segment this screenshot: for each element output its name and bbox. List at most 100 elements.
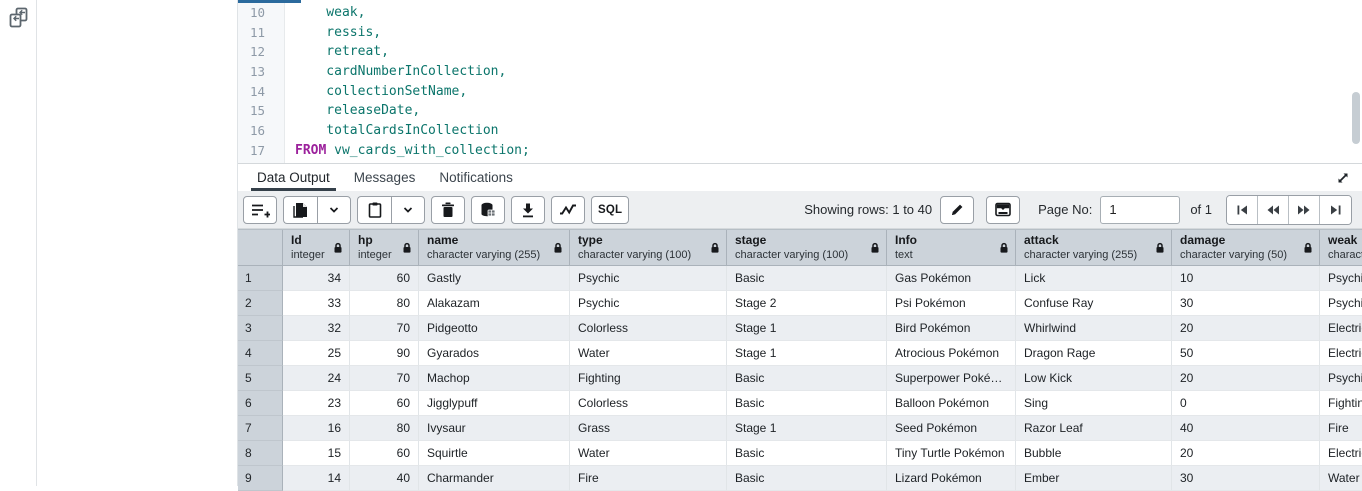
code-line[interactable]: 11 ressis, bbox=[238, 23, 1362, 43]
cell-hp[interactable]: 70 bbox=[350, 366, 419, 391]
cell-info[interactable]: Gas Pokémon bbox=[887, 266, 1016, 291]
cell-stage[interactable]: Basic bbox=[727, 391, 887, 416]
cell-type[interactable]: Water bbox=[570, 441, 727, 466]
cell-type[interactable]: Colorless bbox=[570, 316, 727, 341]
tab-messages[interactable]: Messages bbox=[344, 164, 426, 191]
last-page-button[interactable] bbox=[1320, 196, 1351, 224]
cell-name[interactable]: Pidgeotto bbox=[419, 316, 570, 341]
cell-hp[interactable]: 80 bbox=[350, 416, 419, 441]
cell-damage[interactable]: 20 bbox=[1172, 316, 1320, 341]
cell-stage[interactable]: Stage 1 bbox=[727, 341, 887, 366]
column-header-name[interactable]: namecharacter varying (255) bbox=[419, 230, 570, 266]
cell-damage[interactable]: 40 bbox=[1172, 416, 1320, 441]
cell-id[interactable]: 14 bbox=[283, 466, 350, 491]
tab-notifications[interactable]: Notifications bbox=[429, 164, 523, 191]
row-number-cell[interactable]: 9 bbox=[238, 466, 283, 491]
cell-hp[interactable]: 60 bbox=[350, 391, 419, 416]
copy-options-chevron-down-icon[interactable] bbox=[317, 196, 351, 224]
cell-info[interactable]: Tiny Turtle Pokémon bbox=[887, 441, 1016, 466]
paste-button[interactable] bbox=[357, 196, 391, 224]
cell-type[interactable]: Psychic bbox=[570, 291, 727, 316]
cell-id[interactable]: 23 bbox=[283, 391, 350, 416]
cell-name[interactable]: Jigglypuff bbox=[419, 391, 570, 416]
cell-type[interactable]: Psychic bbox=[570, 266, 727, 291]
cell-stage[interactable]: Basic bbox=[727, 466, 887, 491]
pop-out-icon[interactable] bbox=[7, 6, 31, 30]
graph-visualiser-button[interactable] bbox=[551, 196, 585, 224]
cell-name[interactable]: Charmander bbox=[419, 466, 570, 491]
copy-button[interactable] bbox=[283, 196, 317, 224]
cell-damage[interactable]: 0 bbox=[1172, 391, 1320, 416]
sql-editor[interactable]: 10 weak,11 ressis,12 retreat,13 cardNumb… bbox=[238, 0, 1362, 163]
cell-weak[interactable]: Water bbox=[1320, 466, 1362, 491]
cell-damage[interactable]: 30 bbox=[1172, 466, 1320, 491]
cell-type[interactable]: Colorless bbox=[570, 391, 727, 416]
cell-id[interactable]: 15 bbox=[283, 441, 350, 466]
cell-stage[interactable]: Basic bbox=[727, 441, 887, 466]
cell-weak[interactable]: Electric bbox=[1320, 341, 1362, 366]
cell-attack[interactable]: Confuse Ray bbox=[1016, 291, 1172, 316]
cell-attack[interactable]: Bubble bbox=[1016, 441, 1172, 466]
cell-type[interactable]: Water bbox=[570, 341, 727, 366]
page-no-input[interactable] bbox=[1100, 196, 1180, 224]
cell-info[interactable]: Atrocious Pokémon bbox=[887, 341, 1016, 366]
cell-weak[interactable]: Electric bbox=[1320, 316, 1362, 341]
cell-stage[interactable]: Stage 1 bbox=[727, 416, 887, 441]
cell-weak[interactable]: Fire bbox=[1320, 416, 1362, 441]
cell-info[interactable]: Psi Pokémon bbox=[887, 291, 1016, 316]
code-line[interactable]: 14 collectionSetName, bbox=[238, 82, 1362, 102]
row-number-cell[interactable]: 4 bbox=[238, 341, 283, 366]
delete-row-button[interactable] bbox=[431, 196, 465, 224]
cell-stage[interactable]: Stage 2 bbox=[727, 291, 887, 316]
cell-name[interactable]: Alakazam bbox=[419, 291, 570, 316]
grid-corner-cell[interactable] bbox=[238, 230, 283, 266]
cell-stage[interactable]: Stage 1 bbox=[727, 316, 887, 341]
cell-name[interactable]: Gyarados bbox=[419, 341, 570, 366]
cell-id[interactable]: 33 bbox=[283, 291, 350, 316]
add-row-button[interactable] bbox=[243, 196, 277, 224]
tab-data-output[interactable]: Data Output bbox=[247, 164, 340, 191]
cell-damage[interactable]: 20 bbox=[1172, 366, 1320, 391]
row-number-cell[interactable]: 6 bbox=[238, 391, 283, 416]
row-number-cell[interactable]: 1 bbox=[238, 266, 283, 291]
cell-weak[interactable]: Psychic bbox=[1320, 266, 1362, 291]
expand-panel-icon[interactable] bbox=[1334, 169, 1352, 187]
prev-page-button[interactable] bbox=[1258, 196, 1289, 224]
code-line[interactable]: 15 releaseDate, bbox=[238, 101, 1362, 121]
cell-type[interactable]: Grass bbox=[570, 416, 727, 441]
cell-attack[interactable]: Lick bbox=[1016, 266, 1172, 291]
cell-type[interactable]: Fighting bbox=[570, 366, 727, 391]
cell-stage[interactable]: Basic bbox=[727, 266, 887, 291]
column-header-info[interactable]: Infotext bbox=[887, 230, 1016, 266]
cell-info[interactable]: Balloon Pokémon bbox=[887, 391, 1016, 416]
row-number-cell[interactable]: 2 bbox=[238, 291, 283, 316]
cell-id[interactable]: 16 bbox=[283, 416, 350, 441]
cell-info[interactable]: Superpower Pokémon bbox=[887, 366, 1016, 391]
column-header-stage[interactable]: stagecharacter varying (100) bbox=[727, 230, 887, 266]
cell-weak[interactable]: Psychic bbox=[1320, 291, 1362, 316]
cell-type[interactable]: Fire bbox=[570, 466, 727, 491]
cell-name[interactable]: Ivysaur bbox=[419, 416, 570, 441]
cell-hp[interactable]: 70 bbox=[350, 316, 419, 341]
cell-id[interactable]: 32 bbox=[283, 316, 350, 341]
cell-name[interactable]: Machop bbox=[419, 366, 570, 391]
column-header-type[interactable]: typecharacter varying (100) bbox=[570, 230, 727, 266]
cell-id[interactable]: 34 bbox=[283, 266, 350, 291]
paste-options-chevron-down-icon[interactable] bbox=[391, 196, 425, 224]
sql-button[interactable]: SQL bbox=[591, 196, 629, 224]
cell-attack[interactable]: Razor Leaf bbox=[1016, 416, 1172, 441]
row-number-cell[interactable]: 5 bbox=[238, 366, 283, 391]
cell-name[interactable]: Squirtle bbox=[419, 441, 570, 466]
column-header-weak[interactable]: weakcharacter varying (50) bbox=[1320, 230, 1362, 266]
code-line[interactable]: 17FROM vw_cards_with_collection; bbox=[238, 141, 1362, 161]
cell-damage[interactable]: 50 bbox=[1172, 341, 1320, 366]
cell-stage[interactable]: Basic bbox=[727, 366, 887, 391]
column-header-hp[interactable]: hpinteger bbox=[350, 230, 419, 266]
fetch-rows-button[interactable] bbox=[986, 196, 1020, 224]
cell-hp[interactable]: 60 bbox=[350, 441, 419, 466]
code-lines[interactable]: 10 weak,11 ressis,12 retreat,13 cardNumb… bbox=[238, 3, 1362, 161]
code-line[interactable]: 10 weak, bbox=[238, 3, 1362, 23]
cell-damage[interactable]: 20 bbox=[1172, 441, 1320, 466]
cell-name[interactable]: Gastly bbox=[419, 266, 570, 291]
cell-attack[interactable]: Low Kick bbox=[1016, 366, 1172, 391]
